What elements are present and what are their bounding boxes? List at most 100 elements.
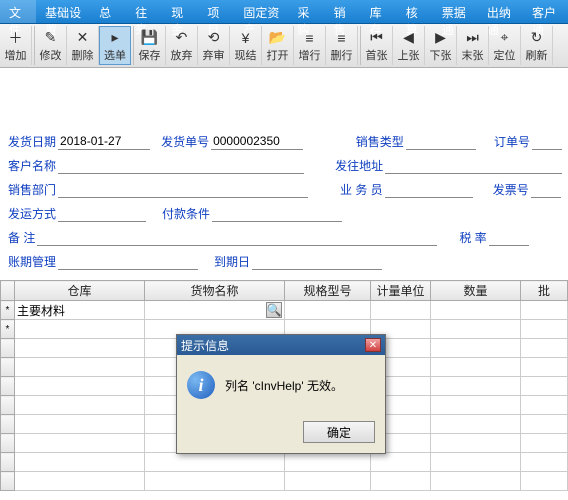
- ok-button[interactable]: 确定: [303, 421, 375, 443]
- edit-icon: ✎: [41, 29, 61, 47]
- open-icon: 📂: [268, 29, 288, 47]
- plus-icon: ＋: [6, 29, 26, 47]
- lookup-button[interactable]: 🔍: [266, 302, 282, 318]
- search-icon: 🔍: [267, 303, 282, 317]
- tool-first[interactable]: ⏮首张: [361, 26, 393, 65]
- salesman-input[interactable]: [385, 180, 473, 198]
- ship-no-input[interactable]: [211, 132, 303, 150]
- order-no-label: 订单号: [492, 133, 532, 150]
- toolbar: ＋增加 ✎修改 ✕删除 ▸选单 💾保存 ↶放弃 ⟲弃审 ¥现结 📂打开 ≡增行 …: [0, 24, 568, 68]
- save-icon: 💾: [140, 29, 160, 47]
- menu-calc[interactable]: 核算: [397, 0, 433, 23]
- dialog-titlebar[interactable]: 提示信息 ✕: [177, 335, 385, 355]
- close-icon: ✕: [369, 340, 377, 351]
- invoice-no-input[interactable]: [531, 180, 561, 198]
- due-date-input[interactable]: [252, 252, 382, 270]
- remark-input[interactable]: [37, 228, 437, 246]
- last-icon: ⏭: [463, 29, 483, 47]
- sale-type-label: 销售类型: [354, 133, 406, 150]
- ship-no-label: 发货单号: [159, 133, 211, 150]
- sale-dept-input[interactable]: [58, 180, 308, 198]
- invoice-no-label: 发票号: [491, 181, 531, 198]
- tax-rate-label: 税 率: [457, 229, 488, 246]
- menubar: 文件 基础设置 总账 往来 现金 项目 固定资产 采购 销售 库存 核算 票据通…: [0, 0, 568, 24]
- ship-method-input[interactable]: [58, 204, 146, 222]
- sale-dept-label: 销售部门: [6, 181, 58, 198]
- tool-edit[interactable]: ✎修改: [35, 26, 67, 65]
- tax-rate-input[interactable]: [489, 228, 529, 246]
- pay-terms-input[interactable]: [212, 204, 342, 222]
- delrow-icon: ≡: [332, 29, 352, 47]
- tool-save[interactable]: 💾保存: [134, 26, 166, 65]
- menu-bill[interactable]: 票据通: [433, 0, 478, 23]
- ship-method-label: 发运方式: [6, 205, 58, 222]
- next-icon: ▶: [431, 29, 451, 47]
- ship-addr-input[interactable]: [385, 156, 562, 174]
- table-row[interactable]: [1, 453, 568, 472]
- tool-addrow[interactable]: ≡增行: [294, 26, 326, 65]
- delete-icon: ✕: [73, 29, 93, 47]
- menu-cashier[interactable]: 出纳通: [478, 0, 523, 23]
- menu-purchase[interactable]: 采购: [289, 0, 325, 23]
- tool-unapprove[interactable]: ⟲弃审: [198, 26, 230, 65]
- cell-spec[interactable]: [285, 301, 371, 320]
- cell-warehouse[interactable]: 主要材料: [15, 301, 145, 320]
- menu-customer[interactable]: 客户通: [523, 0, 568, 23]
- tool-add[interactable]: ＋增加: [0, 26, 32, 65]
- ship-addr-label: 发往地址: [333, 157, 385, 174]
- col-unit[interactable]: 计量单位: [371, 281, 431, 301]
- tool-locate[interactable]: ⌖定位: [489, 26, 521, 65]
- tool-abandon[interactable]: ↶放弃: [166, 26, 198, 65]
- col-spec[interactable]: 规格型号: [285, 281, 371, 301]
- menu-sales[interactable]: 销售: [325, 0, 361, 23]
- undo-icon: ↶: [172, 29, 192, 47]
- salesman-label: 业 务 员: [338, 181, 385, 198]
- pay-terms-label: 付款条件: [160, 205, 212, 222]
- tool-last[interactable]: ⏭末张: [457, 26, 489, 65]
- tool-next[interactable]: ▶下张: [425, 26, 457, 65]
- tool-open[interactable]: 📂打开: [262, 26, 294, 65]
- info-icon: i: [187, 371, 215, 399]
- menu-ledger[interactable]: 总账: [90, 0, 126, 23]
- revert-icon: ⟲: [204, 29, 224, 47]
- menu-file[interactable]: 文件: [0, 0, 36, 23]
- refresh-icon: ↻: [527, 29, 547, 47]
- cust-name-label: 客户名称: [6, 157, 58, 174]
- menu-cash[interactable]: 现金: [162, 0, 198, 23]
- table-row[interactable]: [1, 472, 568, 491]
- menu-project[interactable]: 项目: [198, 0, 234, 23]
- tool-settle[interactable]: ¥现结: [230, 26, 262, 65]
- dialog-close-button[interactable]: ✕: [365, 338, 381, 352]
- menu-base[interactable]: 基础设置: [36, 0, 90, 23]
- prev-icon: ◀: [399, 29, 419, 47]
- table-row[interactable]: * 主要材料 🔍: [1, 301, 568, 320]
- cust-name-input[interactable]: [58, 156, 304, 174]
- tool-select[interactable]: ▸选单: [99, 26, 131, 65]
- addrow-icon: ≡: [300, 29, 320, 47]
- order-no-input[interactable]: [532, 132, 562, 150]
- row-selector[interactable]: *: [1, 301, 15, 320]
- tool-delrow[interactable]: ≡删行: [326, 26, 358, 65]
- cell-goods[interactable]: 🔍: [145, 301, 285, 320]
- col-batch[interactable]: 批: [521, 281, 568, 301]
- locate-icon: ⌖: [495, 29, 515, 47]
- col-warehouse[interactable]: 仓库: [15, 281, 145, 301]
- menu-ar[interactable]: 往来: [126, 0, 162, 23]
- first-icon: ⏮: [367, 29, 387, 47]
- menu-inventory[interactable]: 库存: [361, 0, 397, 23]
- tool-delete[interactable]: ✕删除: [67, 26, 99, 65]
- row-selector-header: [1, 281, 15, 301]
- ship-date-input[interactable]: [58, 132, 150, 150]
- credit-input[interactable]: [58, 252, 198, 270]
- col-goods[interactable]: 货物名称: [145, 281, 285, 301]
- document-icon: ▸: [105, 29, 125, 47]
- menu-fa[interactable]: 固定资产: [234, 0, 288, 23]
- sale-type-input[interactable]: [406, 132, 476, 150]
- tool-prev[interactable]: ◀上张: [393, 26, 425, 65]
- tool-refresh[interactable]: ↻刷新: [521, 26, 553, 65]
- due-date-label: 到期日: [212, 253, 252, 270]
- message-dialog: 提示信息 ✕ i 列名 'cInvHelp' 无效。 确定: [176, 334, 386, 454]
- dialog-message: 列名 'cInvHelp' 无效。: [225, 377, 343, 394]
- col-qty[interactable]: 数量: [431, 281, 521, 301]
- ship-date-label: 发货日期: [6, 133, 58, 150]
